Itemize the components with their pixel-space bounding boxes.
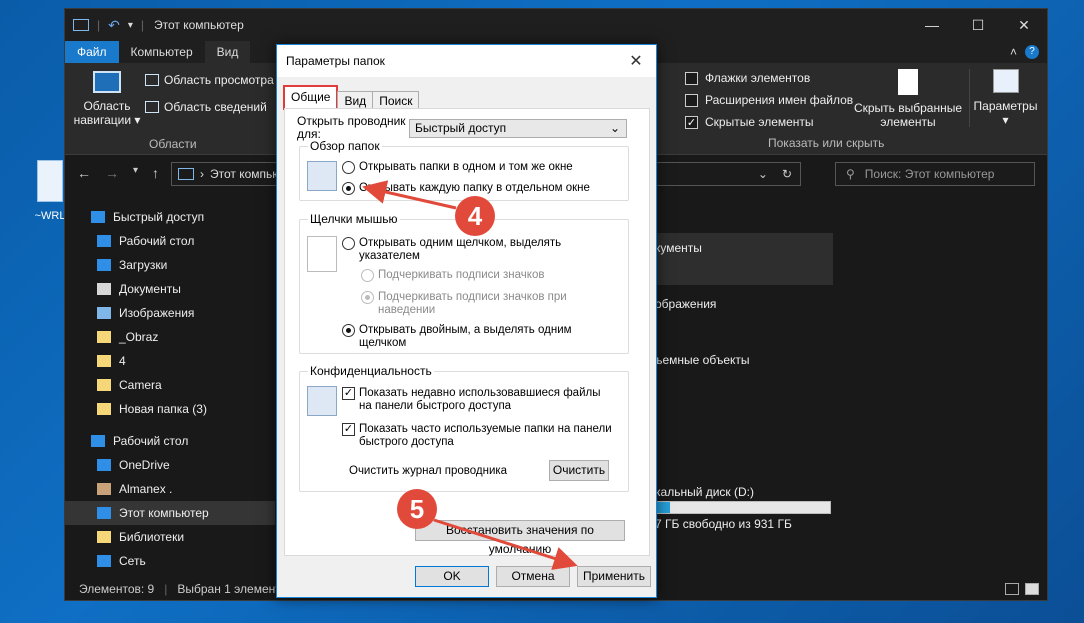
annotation-arrows (362, 180, 578, 570)
step-4-badge: 4 (455, 196, 495, 236)
arrow-to-new-window-option (362, 180, 457, 210)
arrow-to-apply-button (433, 518, 578, 570)
step-5-badge: 5 (397, 489, 437, 529)
